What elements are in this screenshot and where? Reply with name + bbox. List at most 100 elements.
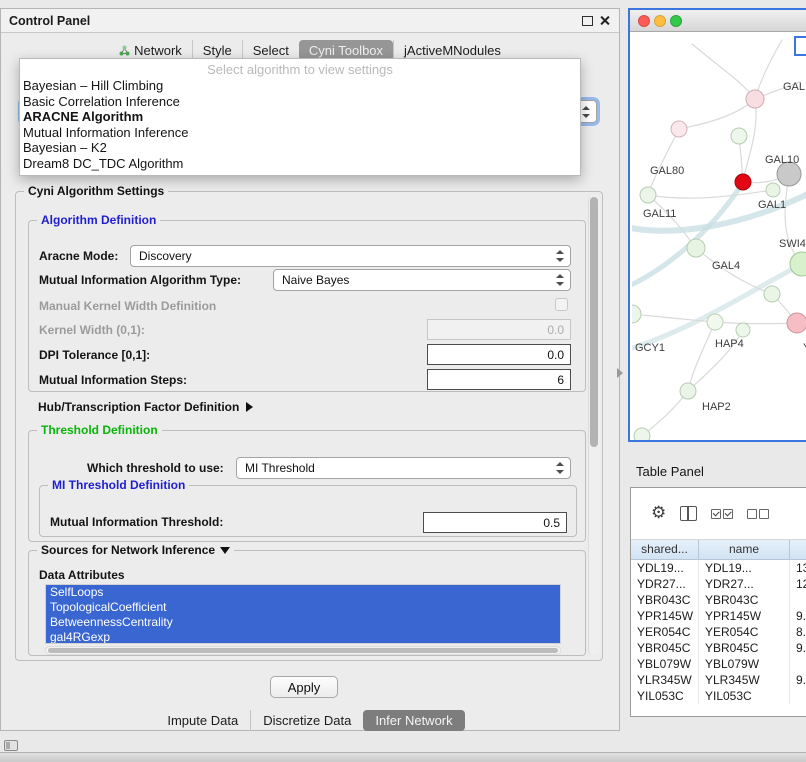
node-label: GCY1 — [635, 342, 665, 354]
network-node[interactable] — [766, 183, 780, 197]
panel-toggle-icon[interactable] — [4, 740, 18, 751]
network-canvas-svg[interactable]: GALGAL80GAL10GAL11GAL1SWI4GAL4GCY1HAP4HA… — [632, 34, 806, 440]
table-cell: YBL079W — [631, 656, 699, 672]
hub-definition-toggle[interactable]: Hub/Transcription Factor Definition — [38, 396, 253, 418]
float-window-icon[interactable] — [582, 16, 593, 26]
minimize-traffic-light-icon[interactable] — [654, 15, 666, 27]
dropdown-item-basic-correlation-inference[interactable]: Basic Correlation Inference — [20, 94, 580, 110]
dropdown-item-dream8-dc-tdc-algorithm[interactable]: Dream8 DC_TDC Algorithm — [20, 156, 580, 172]
clear-selection-icon[interactable] — [747, 509, 769, 519]
close-window-icon[interactable] — [599, 15, 610, 26]
network-node[interactable] — [632, 305, 641, 323]
data-attributes-list[interactable]: SelfLoopsTopologicalCoefficientBetweenne… — [45, 584, 561, 644]
list-hscrollbar[interactable] — [45, 646, 561, 655]
tab-impute-data[interactable]: Impute Data — [155, 710, 250, 731]
kernel-width-field[interactable]: 0.0 — [427, 319, 571, 340]
network-node[interactable] — [640, 187, 656, 203]
mi-steps-field[interactable]: 6 — [427, 369, 571, 390]
threshold-definition-group: Threshold Definition Which threshold to … — [28, 430, 586, 542]
birdseye-box[interactable] — [794, 36, 806, 56]
settings-scrollbar[interactable] — [588, 195, 600, 655]
cyni-settings-group: Cyni Algorithm Settings Algorithm Defini… — [15, 191, 603, 661]
apply-button[interactable]: Apply — [270, 676, 338, 698]
network-node[interactable] — [634, 428, 650, 440]
network-node[interactable] — [787, 313, 806, 333]
dropdown-item-bayesian-hill-climbing[interactable]: Bayesian – Hill Climbing — [20, 78, 580, 94]
network-edge[interactable] — [648, 190, 773, 198]
desktop: Control Panel NetworkStyleSelectCyni Too… — [0, 0, 806, 762]
network-node[interactable] — [671, 121, 687, 137]
table-row[interactable]: YBL079WYBL079W — [631, 656, 806, 672]
network-node[interactable] — [687, 239, 705, 257]
mi-threshold-field[interactable]: 0.5 — [423, 512, 567, 533]
table-cell: YBR043C — [631, 592, 699, 608]
network-edge[interactable] — [642, 391, 688, 436]
table-row[interactable]: YER054CYER054C8. — [631, 624, 806, 640]
table-row[interactable]: YBR045CYBR045C9. — [631, 640, 806, 656]
network-node[interactable] — [735, 174, 751, 190]
dropdown-item-aracne-algorithm[interactable]: ARACNE Algorithm — [20, 109, 580, 125]
network-node[interactable] — [764, 286, 780, 302]
node-label: GAL — [783, 81, 805, 93]
settings-gear-icon[interactable]: ⚙ — [651, 505, 666, 522]
algorithm-definition-title: Algorithm Definition — [37, 213, 160, 227]
network-node[interactable] — [680, 383, 696, 399]
control-panel-titlebar: Control Panel — [1, 9, 619, 33]
table-row[interactable]: YPR145WYPR145W9. — [631, 608, 806, 624]
dropdown-item-mutual-information-inference[interactable]: Mutual Information Inference — [20, 125, 580, 141]
node-label: GAL4 — [712, 260, 740, 272]
list-item-topologicalcoefficient[interactable]: TopologicalCoefficient — [46, 600, 560, 615]
network-edge[interactable] — [648, 195, 696, 248]
network-node[interactable] — [790, 252, 806, 276]
tab-infer-network[interactable]: Infer Network — [363, 710, 464, 731]
network-edge[interactable] — [688, 322, 715, 391]
control-panel-window: Control Panel NetworkStyleSelectCyni Too… — [0, 8, 620, 731]
window-title: Control Panel — [9, 14, 90, 28]
list-item-betweennesscentrality[interactable]: BetweennessCentrality — [46, 615, 560, 630]
network-node[interactable] — [707, 314, 723, 330]
select-rows-icon[interactable] — [711, 509, 733, 519]
hscrollbar-thumb[interactable] — [48, 648, 558, 653]
network-edge[interactable] — [648, 129, 679, 195]
zoom-traffic-light-icon[interactable] — [670, 15, 682, 27]
table-row[interactable]: YIL053CYIL053C — [631, 688, 806, 704]
network-canvas[interactable]: GALGAL80GAL10GAL11GAL1SWI4GAL4GCY1HAP4HA… — [630, 32, 806, 440]
column-header-2[interactable] — [790, 540, 806, 560]
table-cell: YBR045C — [699, 640, 790, 656]
network-tab-icon — [119, 45, 130, 56]
scrollbar-thumb[interactable] — [590, 197, 598, 447]
dpi-tolerance-field[interactable]: 0.0 — [427, 344, 571, 365]
mi-type-combobox[interactable]: Naive Bayes — [273, 269, 571, 291]
manual-kernel-checkbox[interactable] — [555, 298, 568, 311]
show-columns-icon[interactable] — [680, 506, 697, 521]
table-toolbar: ⚙ — [631, 488, 806, 540]
which-threshold-value: MI Threshold — [245, 461, 315, 475]
table-row[interactable]: YLR345WYLR345W9. — [631, 672, 806, 688]
close-traffic-light-icon[interactable] — [638, 15, 650, 27]
table-row[interactable]: YBR043CYBR043C — [631, 592, 806, 608]
network-node[interactable] — [736, 323, 750, 337]
mi-threshold-group: MI Threshold Definition Mutual Informati… — [39, 485, 577, 537]
aracne-mode-combobox[interactable]: Discovery — [130, 245, 571, 267]
table-cell: YIL053C — [699, 688, 790, 704]
algorithm-definition-group: Algorithm Definition Aracne Mode: Discov… — [28, 220, 586, 392]
network-edge[interactable] — [715, 322, 797, 324]
table-row[interactable]: YDR27...YDR27...12 — [631, 576, 806, 592]
column-header-shared[interactable]: shared... — [631, 540, 699, 560]
network-edge[interactable] — [692, 44, 755, 99]
dropdown-item-bayesian-k2[interactable]: Bayesian – K2 — [20, 140, 580, 156]
table-row[interactable]: YDL19...YDL19...13 — [631, 560, 806, 576]
panel-divider-arrow[interactable] — [617, 368, 623, 378]
network-view-window: GALGAL80GAL10GAL11GAL1SWI4GAL4GCY1HAP4HA… — [628, 8, 806, 442]
network-edge[interactable] — [679, 100, 754, 129]
sources-title[interactable]: Sources for Network Inference — [37, 543, 234, 557]
node-label: HAP2 — [702, 401, 731, 413]
column-header-name[interactable]: name — [699, 540, 790, 560]
network-edge[interactable] — [785, 174, 802, 264]
which-threshold-combobox[interactable]: MI Threshold — [236, 457, 571, 479]
tab-discretize-data[interactable]: Discretize Data — [250, 710, 363, 731]
network-node[interactable] — [746, 90, 764, 108]
list-item-gal4rgexp[interactable]: gal4RGexp — [46, 630, 560, 644]
network-node[interactable] — [731, 128, 747, 144]
list-item-selfloops[interactable]: SelfLoops — [46, 585, 560, 600]
